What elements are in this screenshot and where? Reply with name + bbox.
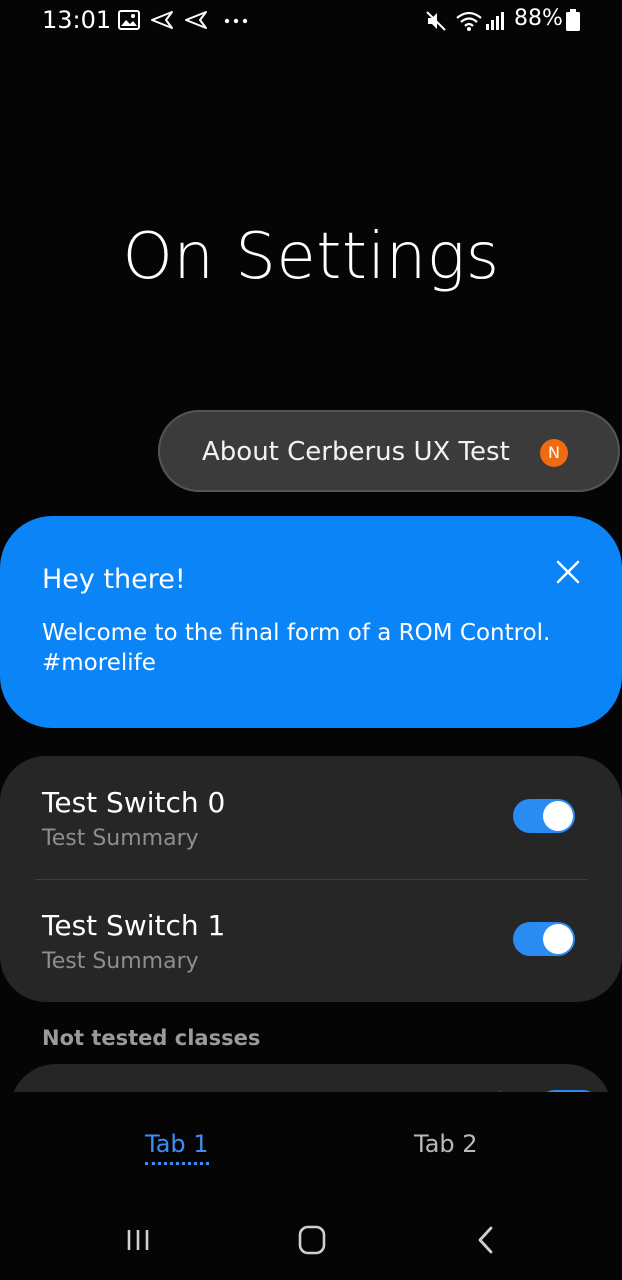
- switch-toggle-1[interactable]: [513, 922, 575, 956]
- signal-icon: [486, 12, 504, 30]
- battery-icon: [566, 9, 580, 31]
- welcome-title: Hey there!: [42, 564, 186, 595]
- page-title: On Settings: [122, 220, 500, 294]
- switch-card: Test Switch 0 Test Summary Test Switch 1…: [0, 756, 622, 1002]
- welcome-message: Welcome to the final form of a ROM Contr…: [42, 620, 551, 676]
- tab-bar: Tab 1 Tab 2: [0, 1092, 622, 1198]
- toggle-knob: [543, 924, 573, 954]
- toggle-knob: [543, 801, 573, 831]
- about-label: About Cerberus UX Test: [202, 437, 510, 467]
- new-badge: N: [540, 439, 568, 467]
- status-bar: 13:01 88%: [0, 0, 622, 44]
- recents-icon[interactable]: [117, 1218, 161, 1262]
- more-dots-icon: [224, 18, 248, 24]
- status-time: 13:01: [42, 6, 112, 34]
- home-icon[interactable]: [290, 1218, 334, 1262]
- switch-title: Test Switch 0: [42, 786, 226, 819]
- navigation-bar: [0, 1198, 622, 1280]
- next-card[interactable]: [10, 1064, 612, 1092]
- send-icon: [185, 11, 207, 29]
- back-icon[interactable]: [464, 1218, 508, 1262]
- battery-percent: 88%: [514, 6, 563, 31]
- wifi-icon: [456, 11, 482, 31]
- tab-2[interactable]: Tab 2: [414, 1130, 478, 1158]
- mute-icon: [426, 11, 446, 31]
- tab-1[interactable]: Tab 1: [145, 1130, 209, 1165]
- switch-summary: Test Summary: [42, 826, 199, 851]
- about-button[interactable]: About Cerberus UX Test N: [158, 410, 620, 492]
- switch-row-1[interactable]: Test Switch 1 Test Summary: [0, 879, 622, 1002]
- switch-row-0[interactable]: Test Switch 0 Test Summary: [0, 756, 622, 879]
- switch-summary: Test Summary: [42, 949, 199, 974]
- close-icon[interactable]: [548, 552, 588, 592]
- section-header: Not tested classes: [42, 1026, 261, 1050]
- switch-title: Test Switch 1: [42, 909, 226, 942]
- next-card-clip: [0, 1064, 622, 1092]
- screen: 13:01 88% On Settings About Cerberus UX …: [0, 0, 622, 1280]
- welcome-card: Hey there! Welcome to the final form of …: [0, 516, 622, 728]
- send-icon: [151, 11, 173, 29]
- switch-toggle-0[interactable]: [513, 799, 575, 833]
- image-icon: [118, 10, 140, 30]
